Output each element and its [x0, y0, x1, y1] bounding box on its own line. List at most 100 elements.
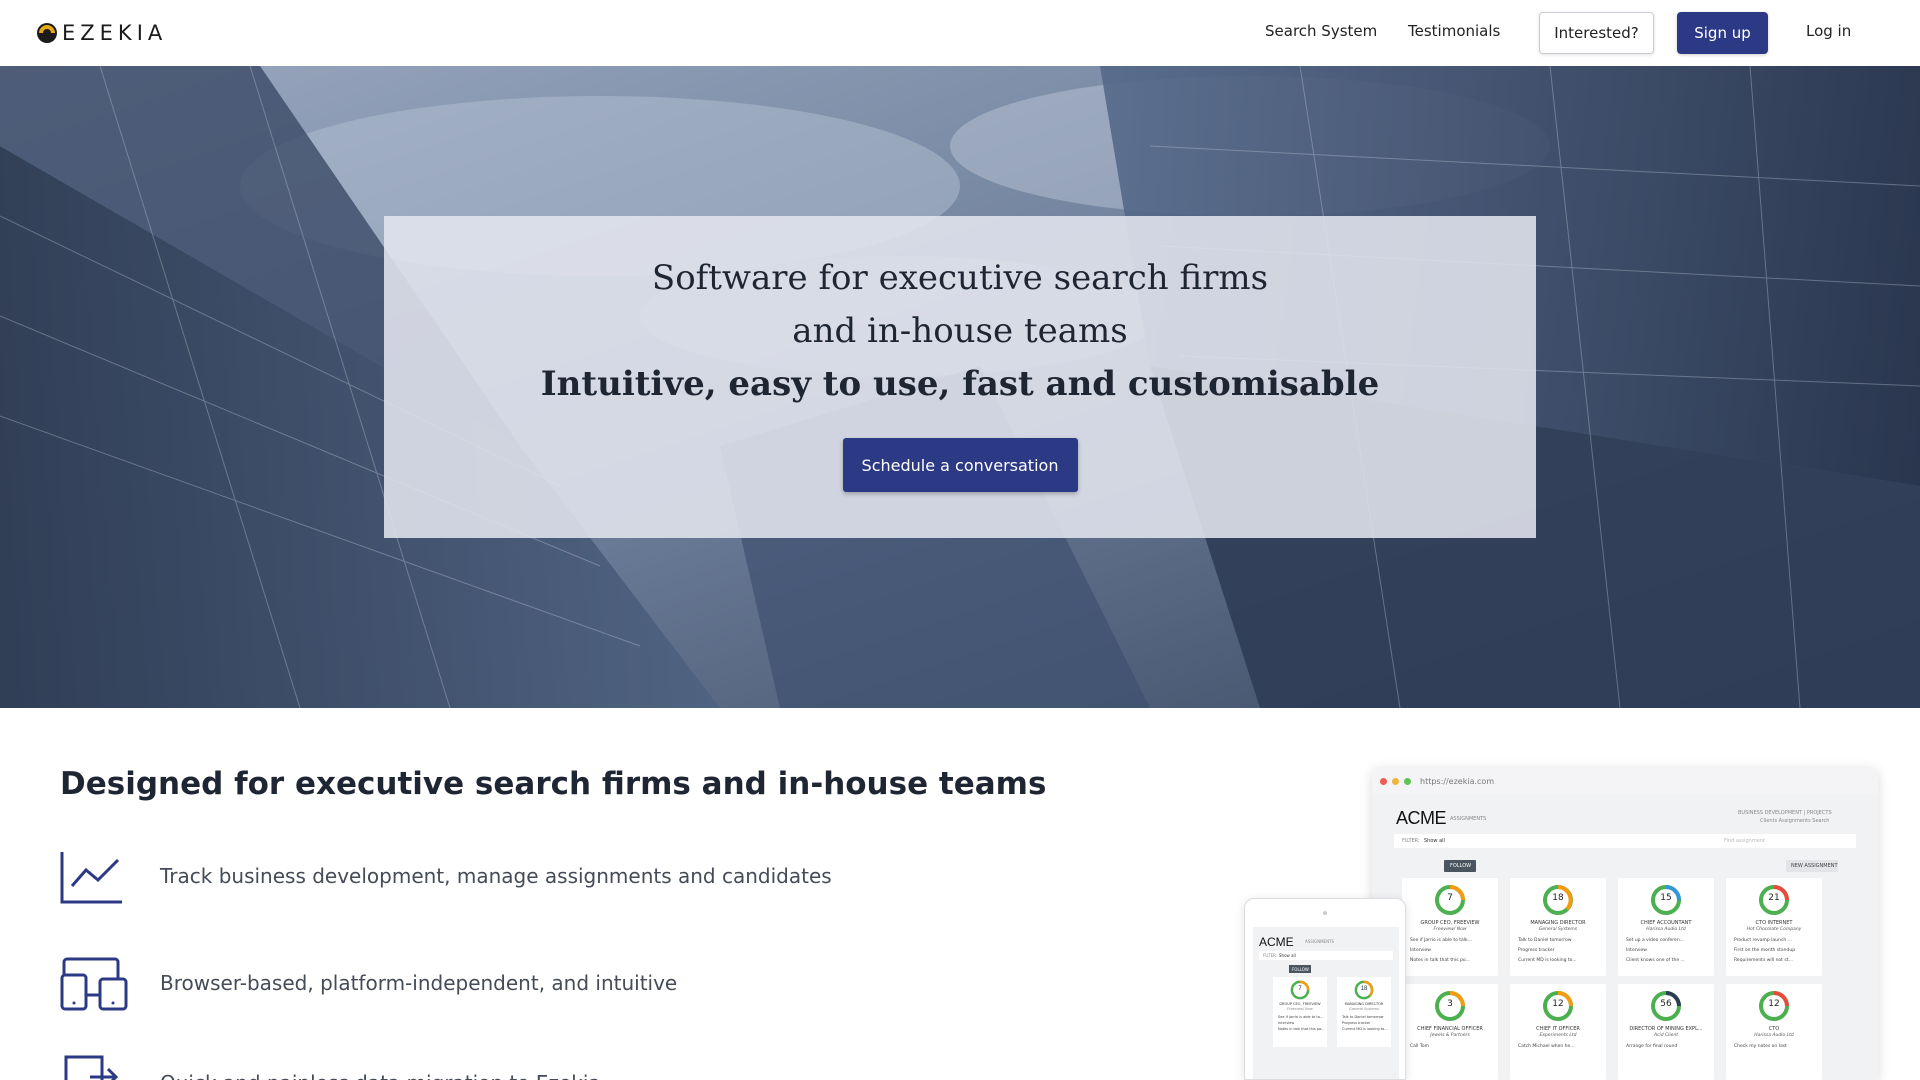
card-company: Hot Chocolate Company	[1746, 927, 1802, 932]
card-title: CHIEF FINANCIAL OFFICER	[1417, 1026, 1483, 1032]
maximize-dot-icon	[1404, 777, 1411, 785]
feature-text: Quick and painless data migration to Eze…	[160, 1071, 601, 1080]
assignment-card[interactable]: 7 GROUP CEO, FREEVIEW Freeview/ Now See …	[1402, 878, 1498, 976]
feature-item: Track business development, manage assig…	[60, 848, 832, 908]
feature-item: Browser-based, platform-independent, and…	[60, 955, 677, 1015]
progress-ring: 3	[1434, 990, 1466, 1022]
progress-ring: 56	[1650, 990, 1682, 1022]
app-subnav: Clients Assignments Search	[1760, 818, 1830, 824]
card-task: Set up a video conferen...	[1626, 938, 1684, 943]
tablet-camera-icon	[1323, 911, 1327, 915]
section-label: ASSIGNMENTS	[1450, 816, 1487, 822]
card-title: CTO INTERNET	[1755, 920, 1793, 926]
tablet-assignment-card[interactable]: 7 GROUP CEO, FREEVIEW Freeview/ Now See …	[1273, 977, 1327, 1047]
feature-text: Browser-based, platform-independent, and…	[160, 971, 678, 995]
nav-link-testimonials[interactable]: Testimonials	[1408, 22, 1500, 40]
hero-content-panel: Software for executive search firms and …	[384, 216, 1536, 538]
card-task: Check my notes on last	[1734, 1044, 1787, 1049]
card-count: 21	[1768, 893, 1780, 903]
tablet-follow-button[interactable]: FOLLOW	[1289, 965, 1311, 973]
tablet-acme-logo: ACME	[1259, 935, 1294, 949]
tablet-filter-label: FILTER:	[1263, 953, 1278, 958]
filter-value[interactable]: Show all	[1424, 838, 1445, 844]
tablet-assignment-card[interactable]: 18 MANAGING DIRECTOR General Systems Tal…	[1337, 977, 1391, 1047]
card-company: Harissa Audio Ltd	[1646, 927, 1686, 932]
card-task: First on the month standup	[1734, 948, 1796, 953]
tablet-card-task: Progress tracker	[1342, 1021, 1371, 1025]
brand-name: EZEKIA	[62, 21, 168, 45]
tablet-filter-value[interactable]: Show all	[1279, 953, 1296, 958]
card-company: General Systems	[1538, 927, 1578, 932]
card-task: Requirements will not st...	[1734, 958, 1793, 963]
progress-ring: 18	[1542, 884, 1574, 916]
progress-ring: 7	[1434, 884, 1466, 916]
card-task: Notes in talk that this po...	[1410, 958, 1470, 963]
card-task: Interview	[1410, 948, 1431, 953]
tablet-card-count: 18	[1360, 986, 1368, 992]
new-assignment-button[interactable]: NEW ASSIGNMENT	[1786, 860, 1838, 872]
card-title: CTO	[1768, 1026, 1780, 1032]
brand-logo[interactable]: EZEKIA	[36, 21, 167, 45]
card-count: 15	[1660, 893, 1672, 903]
card-task: Catch Michael when he...	[1518, 1044, 1575, 1049]
assignment-card[interactable]: 21 CTO INTERNET Hot Chocolate Company Pr…	[1726, 878, 1822, 976]
hero-headline-line-1: Software for executive search firms	[651, 258, 1269, 298]
hero-headline-line-2: and in-house teams	[792, 311, 1128, 351]
tablet-card-count: 7	[1298, 986, 1302, 992]
devices-icon	[60, 957, 128, 1011]
minimize-dot-icon	[1392, 777, 1399, 785]
browser-bar: https://ezekia.com	[1372, 768, 1878, 794]
tablet-follow-label: FOLLOW	[1292, 967, 1309, 972]
card-company: Harissa Audio Ltd	[1754, 1033, 1794, 1038]
new-assignment-label: NEW ASSIGNMENT	[1791, 863, 1838, 869]
tablet-card-task: Talk to Daniel tomorrow	[1342, 1015, 1384, 1019]
app-screen: ACME ASSIGNMENTS BUSINESS DEVELOPMENT | …	[1372, 794, 1878, 1080]
hero-section: Software for executive search firms and …	[0, 66, 1920, 708]
card-company: Jewels & Partners	[1430, 1033, 1470, 1038]
card-count: 12	[1768, 999, 1780, 1009]
tablet-section-label: ASSIGNMENTS	[1305, 939, 1335, 944]
tablet-card-task: Notes in talk that this po...	[1278, 1027, 1325, 1031]
app-nav: BUSINESS DEVELOPMENT | PROJECTS	[1738, 810, 1832, 816]
assignment-card[interactable]: 3 CHIEF FINANCIAL OFFICER Jewels & Partn…	[1402, 984, 1498, 1080]
app-screenshot-desktop: https://ezekia.com ACME ASSIGNMENTS BUSI…	[1372, 768, 1878, 1080]
tablet-screen: ACME ASSIGNMENTS FILTER: Show all FOLLOW…	[1253, 927, 1399, 1079]
filter-label: FILTER:	[1402, 838, 1420, 844]
progress-ring: 15	[1650, 884, 1682, 916]
card-company: Acid Client	[1653, 1033, 1679, 1038]
logo-mark-icon	[37, 23, 57, 43]
search-input[interactable]: Find assignment	[1724, 838, 1765, 844]
card-title: CHIEF IT OFFICER	[1536, 1026, 1580, 1032]
card-task: Current MD is looking to...	[1518, 958, 1577, 963]
assignment-card[interactable]: 12 CHIEF IT OFFICER Experiments Ltd Catc…	[1510, 984, 1606, 1080]
tablet-card-task: Current MD is looking to...	[1342, 1027, 1388, 1031]
follow-button[interactable]: FOLLOW	[1444, 860, 1476, 872]
import-icon	[64, 1055, 119, 1080]
schedule-conversation-button[interactable]: Schedule a conversation	[842, 438, 1078, 492]
card-company: Freeview/ Now	[1433, 927, 1467, 932]
card-title: MANAGING DIRECTOR	[1530, 920, 1586, 926]
card-task: Client knows one of the ...	[1626, 958, 1685, 963]
assignment-card[interactable]: 12 CTO Harissa Audio Ltd Check my notes …	[1726, 984, 1822, 1080]
assignment-card[interactable]: 18 MANAGING DIRECTOR General Systems Tal…	[1510, 878, 1606, 976]
interested-button[interactable]: Interested?	[1539, 12, 1654, 54]
filter-bar: FILTER: Show all Find assignment	[1394, 834, 1856, 848]
tablet-card-task: See if Jarrio is able to ta...	[1278, 1015, 1324, 1019]
log-in-link[interactable]: Log in	[1806, 22, 1851, 40]
assignment-card[interactable]: 56 DIRECTOR OF MINING EXPL... Acid Clien…	[1618, 984, 1714, 1080]
card-task: Product revamp launch ...	[1734, 938, 1792, 943]
card-title: GROUP CEO, FREEVIEW	[1420, 920, 1480, 926]
tablet-card-company: Freeview/ Now	[1287, 1007, 1313, 1011]
sign-up-button[interactable]: Sign up	[1677, 12, 1768, 54]
card-task: Arrange for final round	[1626, 1044, 1678, 1049]
card-task: Progress tracker	[1518, 948, 1555, 953]
card-company: Experiments Ltd	[1539, 1033, 1577, 1038]
assignment-card[interactable]: 15 CHIEF ACCOUNTANT Harissa Audio Ltd Se…	[1618, 878, 1714, 976]
tablet-filter-bar: FILTER: Show all	[1259, 951, 1393, 960]
nav-link-search-system[interactable]: Search System	[1265, 22, 1377, 40]
card-count: 7	[1447, 893, 1453, 903]
card-task: Talk to Daniel tomorrow	[1518, 938, 1572, 943]
acme-logo: ACME	[1396, 808, 1447, 828]
features-title: Designed for executive search firms and …	[60, 766, 1047, 802]
feature-text: Track business development, manage assig…	[160, 864, 832, 888]
